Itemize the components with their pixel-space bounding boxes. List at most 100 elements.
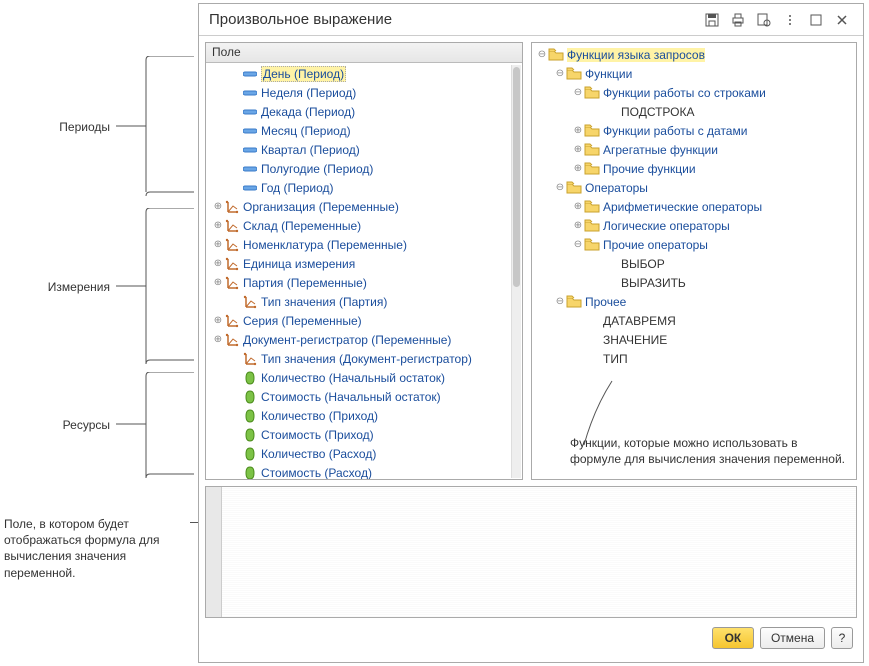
expand-icon[interactable]: ⊕ [572,201,584,212]
expand-icon[interactable]: ⊕ [212,258,224,269]
scrollbar[interactable] [511,65,521,478]
fields-tree[interactable]: День (Период) Неделя (Период) Декада (Пери… [206,64,522,479]
expand-icon[interactable]: ⊕ [212,239,224,250]
cancel-button[interactable]: Отмена [760,627,825,649]
tree-item[interactable]: ⊕Партия (Переменные) [206,273,522,292]
functions-tree[interactable]: ⊖Функции языка запросов⊖Функции⊖Функции … [532,43,856,479]
tree-item[interactable]: ⊕ Агрегатные функции [532,140,856,159]
tree-item[interactable]: ⊖Функции работы со строками [532,83,856,102]
expand-icon[interactable]: ⊕ [212,277,224,288]
tree-item[interactable]: Неделя (Период) [206,83,522,102]
tree-item-label: Стоимость (Расход) [261,466,372,480]
tree-item[interactable]: Год (Период) [206,178,522,197]
tree-item-label: Год (Период) [261,181,334,195]
tree-item-label: ВЫБОР [621,257,665,271]
tree-item[interactable]: ЗНАЧЕНИЕ [532,330,856,349]
tree-item[interactable]: ДАТАВРЕМЯ [532,311,856,330]
tree-item[interactable]: ⊕ Организация (Переменные) [206,197,522,216]
tree-item[interactable]: ⊕ Единица измерения [206,254,522,273]
tree-item[interactable]: Тип значения (Партия) [206,292,522,311]
tree-item-label: Агрегатные функции [603,143,718,157]
print-icon[interactable] [727,9,749,31]
tree-item[interactable]: Месяц (Период) [206,121,522,140]
tree-item[interactable]: Декада (Период) [206,102,522,121]
annotation-resources: Ресурсы [0,418,110,432]
tree-item[interactable]: Полугодие (Период) [206,159,522,178]
expand-icon[interactable]: ⊕ [572,144,584,155]
collapse-icon[interactable]: ⊖ [572,87,584,98]
tree-item[interactable]: ⊕Прочие функции [532,159,856,178]
tree-item-label: ВЫРАЗИТЬ [621,276,686,290]
tree-item[interactable]: ⊕Функции работы с датами [532,121,856,140]
expand-icon[interactable]: ⊕ [212,220,224,231]
expand-icon[interactable]: ⊕ [572,125,584,136]
tree-item[interactable]: ⊕Арифметические операторы [532,197,856,216]
collapse-icon[interactable]: ⊖ [536,49,548,60]
tree-item[interactable]: ⊕ Серия (Переменные) [206,311,522,330]
tree-item[interactable]: ⊖Прочие операторы [532,235,856,254]
tree-item[interactable]: Тип значения (Документ-регистратор) [206,349,522,368]
tree-item[interactable]: Квартал (Период) [206,140,522,159]
folder-icon [566,180,582,196]
functions-description: Функции, которые можно использовать в фо… [570,435,846,467]
tree-item[interactable]: ⊖Функции [532,64,856,83]
folder-icon [584,199,600,215]
tree-item[interactable]: День (Период) [206,64,522,83]
tree-item[interactable]: ⊕Документ-регистратор (Переменные) [206,330,522,349]
ok-button[interactable]: ОК [712,627,754,649]
tree-item[interactable]: ТИП [532,349,856,368]
tree-item[interactable]: Стоимость (Расход) [206,463,522,479]
tree-item[interactable]: ⊖Операторы [532,178,856,197]
collapse-icon[interactable]: ⊖ [572,239,584,250]
folder-icon [584,218,600,234]
tree-item[interactable]: ⊕Склад (Переменные) [206,216,522,235]
period-icon [242,85,258,101]
collapse-icon[interactable]: ⊖ [554,182,566,193]
tree-item-label: Серия (Переменные) [243,314,362,328]
more-icon[interactable] [779,9,801,31]
expand-icon[interactable]: ⊕ [212,201,224,212]
tree-item-label: Единица измерения [243,257,355,271]
none-icon [584,332,600,348]
collapse-icon[interactable]: ⊖ [554,296,566,307]
expand-icon[interactable]: ⊕ [572,220,584,231]
tree-item[interactable]: Стоимость (Приход) [206,425,522,444]
help-button[interactable]: ? [831,627,853,649]
tree-item[interactable]: Количество (Расход) [206,444,522,463]
period-icon [242,142,258,158]
period-icon [242,66,258,82]
tree-item[interactable]: ⊕ Номенклатура (Переменные) [206,235,522,254]
preview-icon[interactable] [753,9,775,31]
expand-icon[interactable]: ⊕ [212,334,224,345]
close-icon[interactable] [831,9,853,31]
formula-editor[interactable] [205,486,857,618]
save-icon[interactable] [701,9,723,31]
tree-item[interactable]: ВЫБОР [532,254,856,273]
folder-icon [584,161,600,177]
dim-icon [224,218,240,234]
res-icon [242,370,258,386]
dim-icon [242,294,258,310]
tree-item[interactable]: ВЫРАЗИТЬ [532,273,856,292]
expand-icon[interactable]: ⊕ [212,315,224,326]
tree-item-label: Прочее [585,295,626,309]
collapse-icon[interactable]: ⊖ [554,68,566,79]
expand-icon[interactable]: ⊕ [572,163,584,174]
tree-item-label: День (Период) [261,66,346,82]
res-icon [242,408,258,424]
tree-item[interactable]: Стоимость (Начальный остаток) [206,387,522,406]
tree-item-label: Стоимость (Начальный остаток) [261,390,441,404]
tree-item[interactable]: ⊕Логические операторы [532,216,856,235]
tree-item[interactable]: ⊖Функции языка запросов [532,45,856,64]
tree-item-label: Организация (Переменные) [243,200,399,214]
maximize-icon[interactable] [805,9,827,31]
tree-item[interactable]: Количество (Приход) [206,406,522,425]
tree-item[interactable]: Количество (Начальный остаток) [206,368,522,387]
none-icon [602,275,618,291]
tree-item-label: Декада (Период) [261,105,355,119]
tree-item[interactable]: ПОДСТРОКА [532,102,856,121]
tree-item-label: Номенклатура (Переменные) [243,238,407,252]
column-header-field[interactable]: Поле [206,43,522,63]
tree-item-label: Неделя (Период) [261,86,356,100]
tree-item[interactable]: ⊖ Прочее [532,292,856,311]
